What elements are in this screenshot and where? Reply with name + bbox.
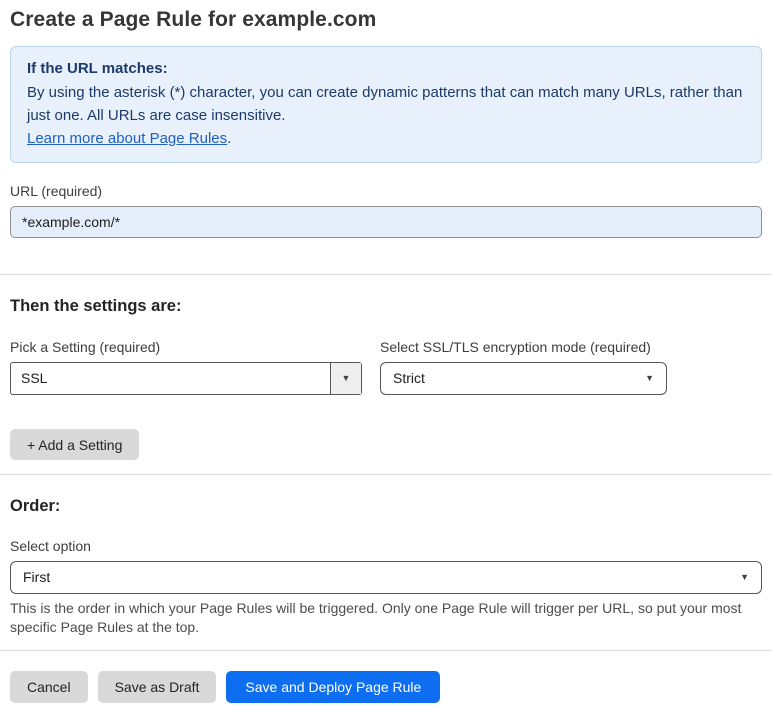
order-select-value: First: [23, 569, 51, 585]
order-select[interactable]: First ▼: [10, 561, 762, 594]
url-match-info-box: If the URL matches: By using the asteris…: [10, 46, 762, 163]
info-box-link-line: Learn more about Page Rules.: [27, 127, 745, 150]
order-help-text: This is the order in which your Page Rul…: [10, 600, 742, 635]
url-input[interactable]: [10, 206, 762, 238]
order-select-label: Select option: [10, 538, 91, 554]
info-box-heading: If the URL matches:: [27, 60, 168, 77]
learn-more-link[interactable]: Learn more about Page Rules: [27, 130, 227, 147]
order-section-heading: Order:: [10, 497, 61, 515]
url-field-label: URL (required): [10, 183, 103, 199]
ssl-mode-select[interactable]: Strict ▼: [380, 362, 667, 395]
setting-picker-arrow-button[interactable]: ▼: [330, 363, 361, 394]
order-select-arrow: ▼: [740, 562, 749, 593]
chevron-down-icon: ▼: [645, 373, 654, 383]
setting-picker-column: Pick a Setting (required) SSL ▼: [10, 316, 362, 395]
settings-section-heading: Then the settings are:: [10, 297, 182, 315]
chevron-down-icon: ▼: [341, 373, 351, 383]
save-and-deploy-button[interactable]: Save and Deploy Page Rule: [226, 671, 441, 703]
chevron-down-icon: ▼: [740, 572, 749, 582]
section-divider: [0, 650, 772, 651]
ssl-mode-value: Strict: [393, 370, 425, 386]
footer-actions: Cancel Save as Draft Save and Deploy Pag…: [10, 671, 762, 703]
create-page-rule-form: Create a Page Rule for example.com If th…: [0, 8, 772, 719]
settings-picker-row: Pick a Setting (required) SSL ▼ Select S…: [10, 316, 762, 395]
info-box-body: By using the asterisk (*) character, you…: [27, 81, 745, 127]
section-divider: [0, 474, 772, 475]
setting-picker-dropdown[interactable]: SSL ▼: [10, 362, 362, 395]
ssl-mode-arrow: ▼: [645, 363, 654, 394]
info-box-body-text: By using the asterisk (*) character, you…: [27, 84, 743, 124]
add-setting-button[interactable]: + Add a Setting: [10, 429, 140, 460]
mode-picker-label: Select SSL/TLS encryption mode (required…: [380, 339, 651, 355]
cancel-button[interactable]: Cancel: [10, 671, 88, 703]
save-as-draft-button[interactable]: Save as Draft: [97, 671, 217, 703]
setting-picker-value: SSL: [21, 370, 48, 386]
link-suffix: .: [227, 130, 232, 147]
page-title: Create a Page Rule for example.com: [10, 8, 377, 31]
setting-picker-label: Pick a Setting (required): [10, 339, 161, 355]
mode-picker-column: Select SSL/TLS encryption mode (required…: [380, 316, 667, 395]
section-divider: [0, 274, 772, 275]
